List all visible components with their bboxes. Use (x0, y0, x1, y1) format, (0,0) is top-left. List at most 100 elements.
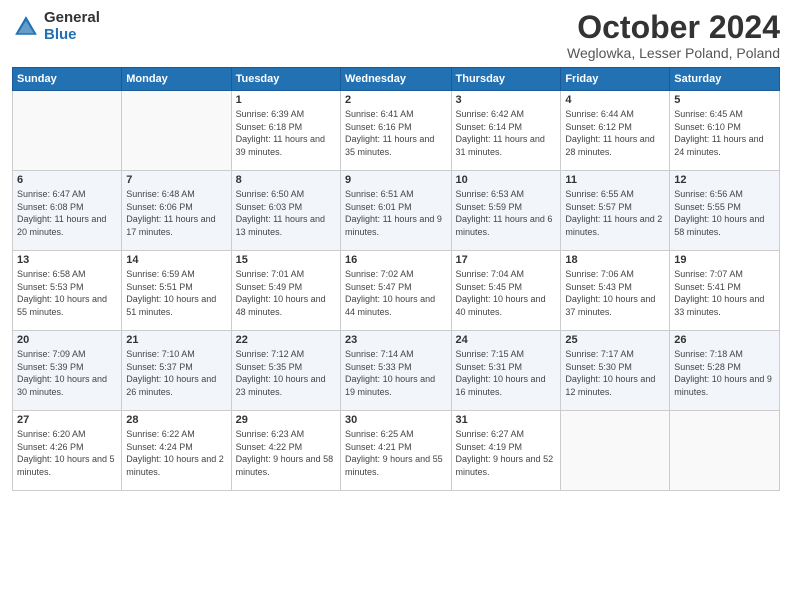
calendar-cell: 11Sunrise: 6:55 AMSunset: 5:57 PMDayligh… (561, 171, 670, 251)
day-info: Sunrise: 7:17 AMSunset: 5:30 PMDaylight:… (565, 348, 665, 398)
day-info: Sunrise: 7:01 AMSunset: 5:49 PMDaylight:… (236, 268, 336, 318)
calendar-cell: 7 Sunrise: 6:48 AMSunset: 6:06 PMDaylight… (122, 171, 231, 251)
day-info: Sunrise: 6:42 AMSunset: 6:14 PMDaylight:… (456, 108, 557, 158)
logo-icon (12, 13, 40, 41)
day-info: Sunrise: 7:15 AMSunset: 5:31 PMDaylight:… (456, 348, 557, 398)
day-info: Sunrise: 6:22 AMSunset: 4:24 PMDaylight:… (126, 428, 226, 478)
day-info: Sunrise: 6:39 AMSunset: 6:18 PMDaylight:… (236, 108, 336, 158)
calendar-cell: 22 Sunrise: 7:12 AMSunset: 5:35 PMDayligh… (231, 331, 340, 411)
day-number: 31 (456, 414, 557, 426)
day-info: Sunrise: 6:50 AMSunset: 6:03 PMDaylight:… (236, 188, 336, 238)
logo-general-text: General (44, 10, 100, 27)
day-number: 3 (456, 94, 557, 106)
day-number: 4 (565, 94, 665, 106)
calendar-cell (561, 411, 670, 491)
calendar-cell: 23 Sunrise: 7:14 AMSunset: 5:33 PMDayligh… (341, 331, 451, 411)
logo-blue-text: Blue (44, 27, 100, 44)
day-number: 21 (126, 334, 226, 346)
day-number: 27 (17, 414, 117, 426)
calendar-week-2: 6Sunrise: 6:47 AMSunset: 6:08 PMDaylight… (13, 171, 780, 251)
day-number: 1 (236, 94, 336, 106)
day-number: 13 (17, 254, 117, 266)
calendar-cell: 26 Sunrise: 7:18 AMSunset: 5:28 PMDayligh… (670, 331, 780, 411)
day-number: 9 (345, 174, 446, 186)
title-block: October 2024 Weglowka, Lesser Poland, Po… (567, 10, 780, 61)
subtitle: Weglowka, Lesser Poland, Poland (567, 45, 780, 61)
calendar-cell: 19 Sunrise: 7:07 AMSunset: 5:41 PMDayligh… (670, 251, 780, 331)
calendar-cell: 28 Sunrise: 6:22 AMSunset: 4:24 PMDayligh… (122, 411, 231, 491)
calendar-cell: 13 Sunrise: 6:58 AMSunset: 5:53 PMDayligh… (13, 251, 122, 331)
day-number: 6 (17, 174, 117, 186)
day-number: 7 (126, 174, 226, 186)
day-info: Sunrise: 6:48 AMSunset: 6:06 PMDaylight:… (126, 188, 226, 238)
day-info: Sunrise: 7:10 AMSunset: 5:37 PMDaylight:… (126, 348, 226, 398)
day-info: Sunrise: 7:18 AMSunset: 5:28 PMDaylight:… (674, 348, 775, 398)
calendar-cell: 24 Sunrise: 7:15 AMSunset: 5:31 PMDayligh… (451, 331, 561, 411)
calendar-cell (670, 411, 780, 491)
main-title: October 2024 (567, 10, 780, 45)
day-info: Sunrise: 7:14 AMSunset: 5:33 PMDaylight:… (345, 348, 446, 398)
calendar-cell: 2 Sunrise: 6:41 AMSunset: 6:16 PMDaylight… (341, 91, 451, 171)
calendar-cell: 16Sunrise: 7:02 AMSunset: 5:47 PMDayligh… (341, 251, 451, 331)
calendar-cell: 20 Sunrise: 7:09 AMSunset: 5:39 PMDayligh… (13, 331, 122, 411)
col-wednesday: Wednesday (341, 68, 451, 91)
day-number: 30 (345, 414, 446, 426)
day-info: Sunrise: 7:12 AMSunset: 5:35 PMDaylight:… (236, 348, 336, 398)
calendar-week-1: 1 Sunrise: 6:39 AMSunset: 6:18 PMDaylight… (13, 91, 780, 171)
calendar-week-3: 13 Sunrise: 6:58 AMSunset: 5:53 PMDayligh… (13, 251, 780, 331)
calendar-cell: 15 Sunrise: 7:01 AMSunset: 5:49 PMDayligh… (231, 251, 340, 331)
day-number: 15 (236, 254, 336, 266)
day-info: Sunrise: 6:55 AMSunset: 5:57 PMDaylight:… (565, 188, 665, 238)
day-number: 14 (126, 254, 226, 266)
calendar-cell: 10 Sunrise: 6:53 AMSunset: 5:59 PMDayligh… (451, 171, 561, 251)
col-tuesday: Tuesday (231, 68, 340, 91)
calendar-cell: 27 Sunrise: 6:20 AMSunset: 4:26 PMDayligh… (13, 411, 122, 491)
day-info: Sunrise: 6:59 AMSunset: 5:51 PMDaylight:… (126, 268, 226, 318)
day-info: Sunrise: 6:23 AMSunset: 4:22 PMDaylight:… (236, 428, 336, 478)
col-thursday: Thursday (451, 68, 561, 91)
calendar-cell: 14 Sunrise: 6:59 AMSunset: 5:51 PMDayligh… (122, 251, 231, 331)
calendar-cell: 9 Sunrise: 6:51 AMSunset: 6:01 PMDaylight… (341, 171, 451, 251)
header: General Blue October 2024 Weglowka, Less… (12, 10, 780, 61)
calendar-week-5: 27 Sunrise: 6:20 AMSunset: 4:26 PMDayligh… (13, 411, 780, 491)
day-info: Sunrise: 7:04 AMSunset: 5:45 PMDaylight:… (456, 268, 557, 318)
day-info: Sunrise: 6:20 AMSunset: 4:26 PMDaylight:… (17, 428, 117, 478)
calendar-cell (122, 91, 231, 171)
day-number: 24 (456, 334, 557, 346)
calendar-cell: 29 Sunrise: 6:23 AMSunset: 4:22 PMDayligh… (231, 411, 340, 491)
day-info: Sunrise: 7:09 AMSunset: 5:39 PMDaylight:… (17, 348, 117, 398)
day-number: 17 (456, 254, 557, 266)
header-row: Sunday Monday Tuesday Wednesday Thursday… (13, 68, 780, 91)
day-info: Sunrise: 7:06 AMSunset: 5:43 PMDaylight:… (565, 268, 665, 318)
day-info: Sunrise: 7:07 AMSunset: 5:41 PMDaylight:… (674, 268, 775, 318)
day-info: Sunrise: 6:58 AMSunset: 5:53 PMDaylight:… (17, 268, 117, 318)
day-info: Sunrise: 6:56 AMSunset: 5:55 PMDaylight:… (674, 188, 775, 238)
calendar-cell: 31Sunrise: 6:27 AMSunset: 4:19 PMDayligh… (451, 411, 561, 491)
day-number: 28 (126, 414, 226, 426)
day-info: Sunrise: 6:41 AMSunset: 6:16 PMDaylight:… (345, 108, 446, 158)
calendar: Sunday Monday Tuesday Wednesday Thursday… (12, 67, 780, 491)
calendar-cell: 17 Sunrise: 7:04 AMSunset: 5:45 PMDayligh… (451, 251, 561, 331)
col-friday: Friday (561, 68, 670, 91)
col-saturday: Saturday (670, 68, 780, 91)
day-number: 22 (236, 334, 336, 346)
day-info: Sunrise: 6:53 AMSunset: 5:59 PMDaylight:… (456, 188, 557, 238)
day-number: 19 (674, 254, 775, 266)
day-number: 16 (345, 254, 446, 266)
calendar-cell (13, 91, 122, 171)
day-number: 20 (17, 334, 117, 346)
calendar-cell: 4 Sunrise: 6:44 AMSunset: 6:12 PMDaylight… (561, 91, 670, 171)
day-info: Sunrise: 6:44 AMSunset: 6:12 PMDaylight:… (565, 108, 665, 158)
col-sunday: Sunday (13, 68, 122, 91)
day-number: 10 (456, 174, 557, 186)
day-number: 2 (345, 94, 446, 106)
logo-text: General Blue (44, 10, 100, 43)
calendar-cell: 21 Sunrise: 7:10 AMSunset: 5:37 PMDayligh… (122, 331, 231, 411)
day-info: Sunrise: 6:51 AMSunset: 6:01 PMDaylight:… (345, 188, 446, 238)
day-number: 23 (345, 334, 446, 346)
page: General Blue October 2024 Weglowka, Less… (0, 0, 792, 612)
day-number: 29 (236, 414, 336, 426)
day-info: Sunrise: 6:45 AMSunset: 6:10 PMDaylight:… (674, 108, 775, 158)
calendar-cell: 18Sunrise: 7:06 AMSunset: 5:43 PMDayligh… (561, 251, 670, 331)
day-number: 26 (674, 334, 775, 346)
